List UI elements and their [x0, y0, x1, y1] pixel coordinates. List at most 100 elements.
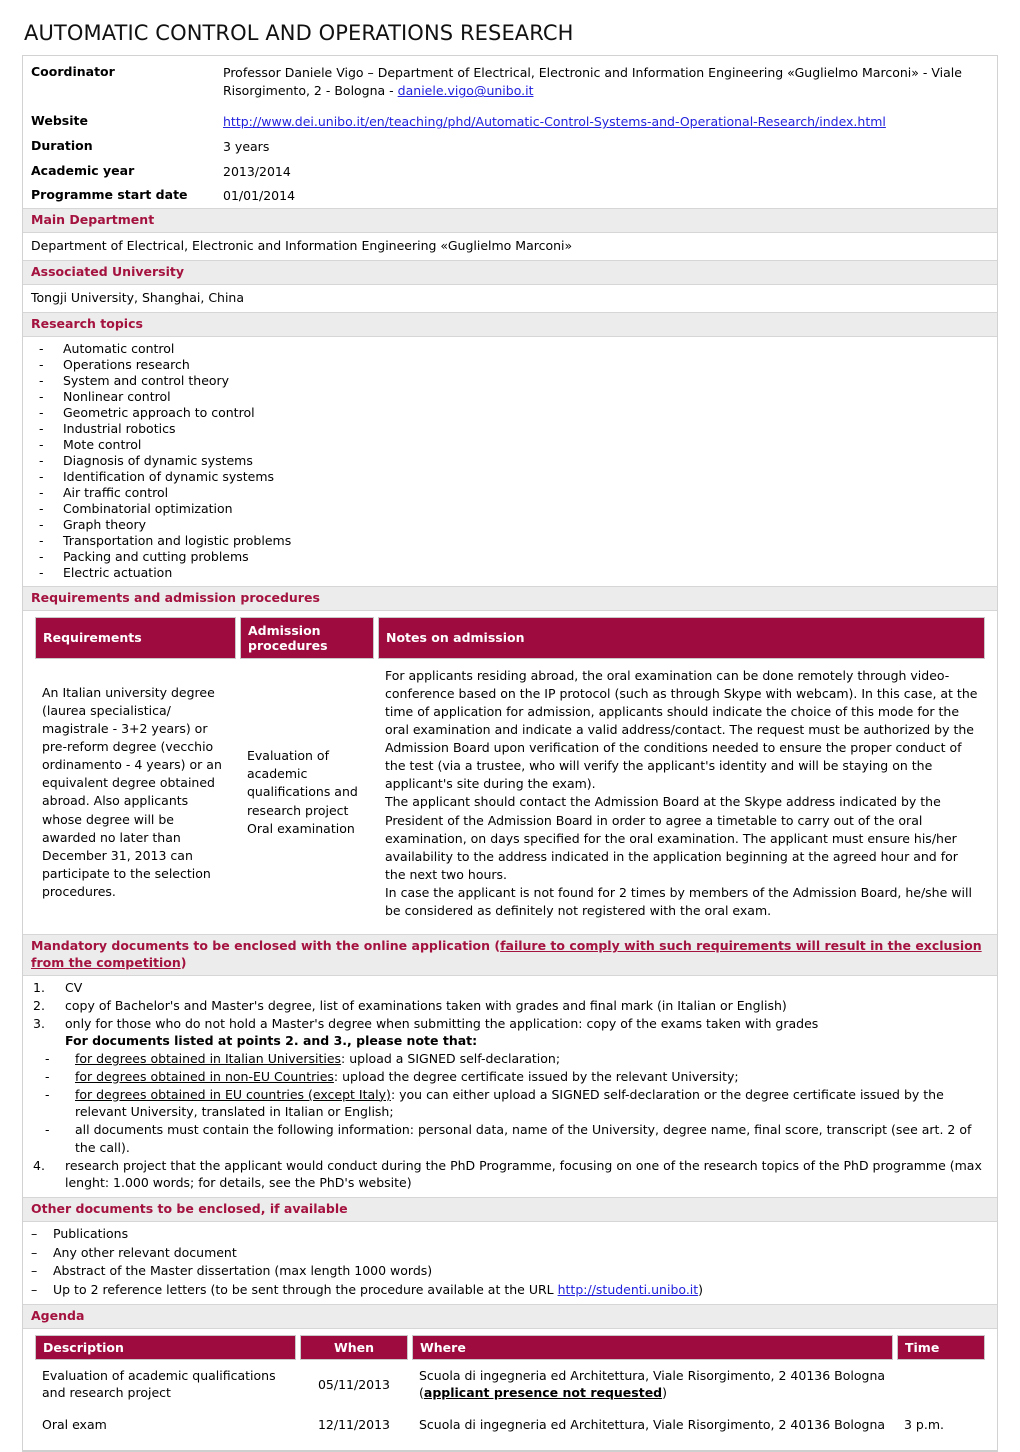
other-document-text: Any other relevant document: [53, 1244, 237, 1263]
associated-university-value: Tongji University, Shanghai, China: [31, 289, 245, 305]
website-label: Website: [31, 113, 88, 129]
other-document-item: – Abstract of the Master dissertation (ma…: [31, 1262, 989, 1281]
page-title: AUTOMATIC CONTROL AND OPERATIONS RESEARC…: [24, 21, 574, 45]
dash-marker-icon: -: [45, 1051, 50, 1067]
admission-procedures-text: Evaluation of academic qualifications an…: [240, 658, 374, 927]
agenda-when-cell: 12/11/2013: [300, 1408, 408, 1441]
research-topic-item: - Diagnosis of dynamic systems: [31, 453, 989, 469]
main-department-value: Department of Electrical, Electronic and…: [31, 237, 573, 253]
mandatory-document-subitem-text: for degrees obtained in Italian Universi…: [75, 1050, 989, 1068]
th-where: Where: [412, 1334, 893, 1360]
agenda-time-cell: 3 p.m.: [897, 1408, 985, 1441]
mandatory-documents-sublist: - for degrees obtained in Italian Univers…: [31, 1050, 989, 1157]
other-document-item: – Publications: [31, 1225, 989, 1244]
dash-marker-icon: -: [39, 372, 44, 388]
dash-marker-icon: -: [39, 532, 44, 548]
agenda-time-cell: [897, 1359, 985, 1409]
section-heading-main-department: Main Department: [23, 207, 997, 233]
mandatory-documents-list: 1. CV 2. copy of Bachelor's and Master's de…: [23, 976, 997, 1197]
other-document-label: Abstract of the Master dissertation (max…: [53, 1263, 433, 1279]
th-notes-on-admission: Notes on admission: [378, 616, 985, 659]
requirements-header-row: Requirements Admission procedures Notes …: [35, 616, 985, 659]
research-topic-label: Identification of dynamic systems: [63, 468, 275, 484]
dash-marker-icon: -: [45, 1086, 50, 1102]
research-topic-label: Nonlinear control: [63, 388, 171, 404]
dash-marker-icon: -: [39, 468, 44, 484]
dash-marker-icon: –: [31, 1282, 38, 1298]
table-row: Evaluation of academic qualifications an…: [35, 1359, 985, 1409]
research-topic-label: Automatic control: [63, 340, 175, 356]
other-document-text: Publications: [53, 1225, 128, 1244]
start-date-value: 01/01/2014: [223, 187, 296, 203]
mandatory-document-subitem: - for degrees obtained in non-EU Countrie…: [31, 1068, 989, 1086]
other-document-text: Up to 2 reference letters (to be sent th…: [53, 1281, 703, 1300]
dash-marker-icon: -: [39, 564, 44, 580]
document-frame: Coordinator Professor Daniele Vigo – Dep…: [22, 55, 998, 1452]
dash-marker-icon: -: [39, 548, 44, 564]
mandatory-document-subitem-text: for degrees obtained in EU countries (ex…: [75, 1086, 989, 1122]
other-document-item: – Up to 2 reference letters (to be sent t…: [31, 1281, 989, 1300]
mandatory-document-text: research project that the applicant woul…: [65, 1157, 982, 1191]
agenda-table: Description When Where Time Evaluation o…: [31, 1334, 989, 1441]
requirements-table: Requirements Admission procedures Notes …: [31, 616, 989, 927]
agenda-description-cell: Evaluation of academic qualifications an…: [35, 1359, 296, 1409]
reference-letters-url-link[interactable]: http://studenti.unibo.it: [558, 1282, 699, 1297]
research-topic-item: - Identification of dynamic systems: [31, 469, 989, 485]
list-marker: 2.: [33, 997, 45, 1013]
research-topic-item: - Transportation and logistic problems: [31, 533, 989, 549]
coordinator-email-link[interactable]: daniele.vigo@unibo.it: [398, 83, 534, 98]
research-topic-item: - Packing and cutting problems: [31, 549, 989, 565]
notes-paragraph: For applicants residing abroad, the oral…: [385, 667, 978, 792]
research-topic-label: System and control theory: [63, 372, 230, 388]
website-link[interactable]: http://www.dei.unibo.it/en/teaching/phd/…: [223, 114, 886, 129]
dash-marker-icon: -: [39, 420, 44, 436]
mandatory-documents-note: For documents listed at points 2. and 3.…: [31, 1032, 989, 1050]
dash-marker-icon: -: [39, 404, 44, 420]
agenda-when-cell: 05/11/2013: [300, 1359, 408, 1409]
duration-label: Duration: [31, 138, 93, 154]
agenda-where-tail: ): [662, 1385, 668, 1401]
mandatory-documents-note-text: For documents listed at points 2. and 3.…: [65, 1033, 478, 1049]
research-topic-item: - Graph theory: [31, 517, 989, 533]
research-topic-label: Packing and cutting problems: [63, 548, 249, 564]
section-heading-requirements: Requirements and admission procedures: [23, 585, 997, 611]
subitem-underlined-part: for degrees obtained in non-EU Countries: [75, 1068, 334, 1084]
research-topic-item: - Operations research: [31, 357, 989, 373]
info-row-website: Website http://www.dei.unibo.it/en/teach…: [23, 106, 997, 135]
section-heading-other-documents: Other documents to be enclosed, if avail…: [23, 1197, 997, 1222]
programme-info-table: Coordinator Professor Daniele Vigo – Dep…: [23, 56, 997, 208]
research-topic-label: Mote control: [63, 436, 142, 452]
mandatory-document-text: only for those who do not hold a Master'…: [65, 1015, 819, 1031]
notes-on-admission-text: For applicants residing abroad, the oral…: [378, 658, 985, 927]
page-root: AUTOMATIC CONTROL AND OPERATIONS RESEARC…: [0, 0, 1020, 1452]
coordinator-text: Professor Daniele Vigo – Department of E…: [223, 65, 962, 99]
research-topic-item: - Combinatorial optimization: [31, 501, 989, 517]
mandatory-document-subitem: - all documents must contain the followin…: [31, 1121, 989, 1157]
notes-paragraph: The applicant should contact the Admissi…: [385, 794, 958, 882]
other-document-label: Up to 2 reference letters (to be sent th…: [53, 1282, 558, 1298]
other-documents-list: – Publications – Any other relevant documen…: [23, 1222, 997, 1304]
mandatory-document-item: 1. CV: [31, 979, 989, 997]
requirements-text: An Italian university degree (laurea spe…: [35, 658, 236, 927]
th-requirements: Requirements: [35, 616, 236, 659]
research-topic-label: Geometric approach to control: [63, 404, 255, 420]
subitem-rest-part: : upload the degree certificate issued b…: [333, 1068, 739, 1084]
mandatory-document-text: CV: [65, 980, 83, 996]
subitem-underlined-part: for degrees obtained in EU countries (ex…: [75, 1086, 391, 1102]
research-topic-item: - Geometric approach to control: [31, 405, 989, 421]
other-document-tail: ): [698, 1282, 704, 1298]
dash-marker-icon: -: [39, 516, 44, 532]
dash-marker-icon: –: [31, 1244, 38, 1260]
list-marker-spacer: [31, 1032, 65, 1050]
subitem-rest-part: all documents must contain the following…: [75, 1122, 972, 1155]
dash-marker-icon: –: [31, 1225, 38, 1241]
info-row-duration: Duration 3 years: [23, 135, 997, 159]
research-topic-item: - System and control theory: [31, 373, 989, 389]
info-row-coordinator: Coordinator Professor Daniele Vigo – Dep…: [23, 56, 997, 106]
list-marker: 1.: [33, 980, 45, 996]
th-description: Description: [35, 1334, 296, 1360]
dash-marker-icon: -: [45, 1068, 50, 1084]
other-document-text: Abstract of the Master dissertation (max…: [53, 1262, 432, 1281]
research-topic-item: - Air traffic control: [31, 485, 989, 501]
mandatory-heading-tail: ): [180, 955, 187, 971]
